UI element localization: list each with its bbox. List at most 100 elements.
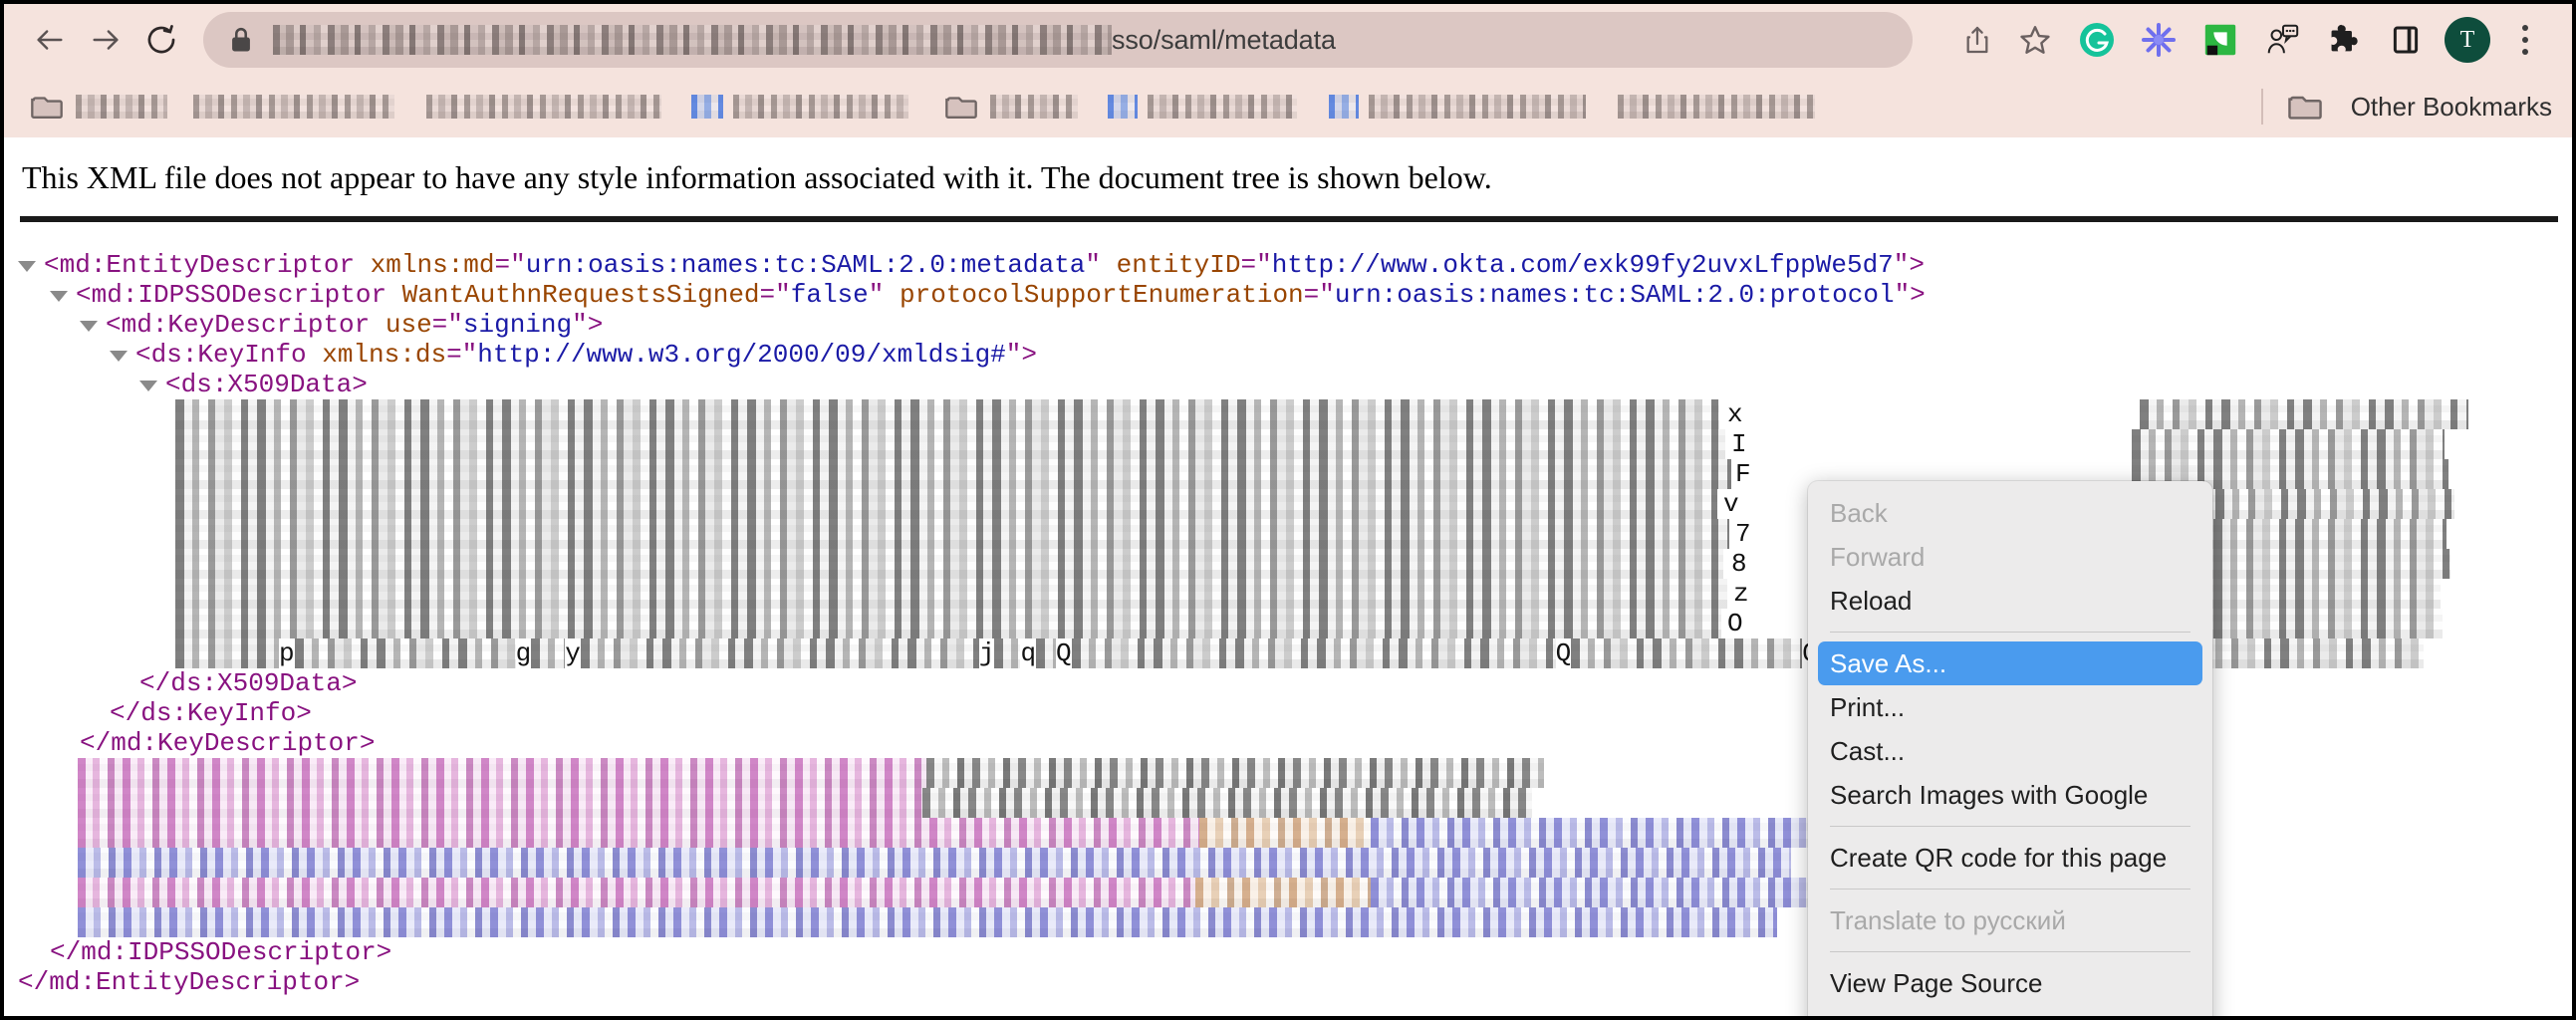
cert-redacted-pixels	[1071, 638, 1556, 668]
green-arrow-extension-icon[interactable]	[2191, 11, 2249, 69]
share-icon[interactable]	[1948, 11, 2006, 69]
puzzle-extensions-icon[interactable]	[2315, 11, 2373, 69]
redacted-value-pixels	[1371, 818, 1851, 848]
cert-redacted-pixels	[2197, 638, 2424, 668]
context-menu-item-search-images[interactable]: Search Images with Google	[1808, 773, 2212, 817]
bookmark-item[interactable]	[426, 95, 661, 119]
cert-redacted-pixels	[175, 429, 1725, 459]
browser-toolbar: sso/saml/metadata T	[4, 4, 2572, 76]
asterisk-extension-icon[interactable]	[2130, 11, 2188, 69]
context-menu-item-print[interactable]: Print...	[1808, 685, 2212, 729]
context-menu-separator	[1830, 632, 2190, 633]
cert-redacted-pixels	[175, 489, 1717, 519]
xml-line[interactable]: < md:IDPSSODescriptor WantAuthnRequestsSi…	[4, 280, 2572, 310]
browser-window: sso/saml/metadata T Other Bookmarks This…	[0, 0, 2576, 1020]
cert-redacted-line: z	[175, 579, 2572, 609]
xml-close-tag: </	[139, 668, 171, 698]
context-menu-item-reload[interactable]: Reload	[1808, 579, 2212, 623]
expand-triangle-icon[interactable]	[110, 350, 128, 362]
xml-equals: ="	[1240, 250, 1272, 280]
chrome-menu-button[interactable]	[2496, 11, 2554, 69]
bookmark-item[interactable]	[1329, 95, 1586, 119]
xml-attr-value: urn:oasis:names:tc:SAML:2.0:protocol	[1334, 280, 1895, 310]
context-menu-item-view-source[interactable]: View Page Source	[1808, 961, 2212, 1005]
cert-visible-glyph: Q	[1056, 638, 1072, 668]
xml-close-bracket: >	[344, 967, 361, 997]
bookmark-item[interactable]	[30, 93, 167, 121]
redacted-value-pixels	[78, 848, 1791, 878]
xml-attr-name	[370, 310, 386, 340]
redacted-value-pixels	[78, 907, 1777, 937]
xml-attr-name: protocolSupportEnumeration	[899, 280, 1304, 310]
forward-button[interactable]	[78, 12, 133, 68]
xml-line[interactable]: < ds:KeyInfo xmlns:ds =" http://www.w3.org/…	[4, 340, 2572, 370]
other-bookmarks-button[interactable]: Other Bookmarks	[2287, 92, 2552, 123]
xml-line[interactable]: < md:EntityDescriptor xmlns:md =" urn:oasis…	[4, 250, 2572, 280]
cert-redacted-pixels	[1036, 638, 1057, 668]
cert-redacted-pixels	[175, 638, 279, 668]
xml-attr-value: false	[790, 280, 869, 310]
redacted-tag-pixels	[78, 788, 922, 818]
lock-icon[interactable]	[229, 26, 253, 54]
cert-visible-glyph: Q	[1555, 638, 1572, 668]
xml-equals: ="	[494, 250, 526, 280]
cert-visible-glyph: F	[1735, 459, 1751, 489]
cert-redacted-line: p g y j q Q Q Q f	[175, 638, 2572, 668]
bookmark-star-icon[interactable]	[2006, 11, 2064, 69]
cert-redacted-pixels	[1571, 638, 1803, 668]
xml-attr-name: WantAuthnRequestsSigned	[401, 280, 760, 310]
cert-redacted-pixels	[175, 609, 1721, 638]
xml-line[interactable]: < ds:X509Data >	[4, 370, 2572, 399]
xml-close-bracket: ">	[1893, 250, 1926, 280]
context-menu-item-inspect[interactable]: Inspect	[1808, 1005, 2212, 1017]
reload-button[interactable]	[133, 12, 189, 68]
context-menu-separator	[1830, 826, 2190, 827]
bookmark-label-redacted	[990, 95, 1078, 119]
xml-attr-name	[386, 280, 402, 310]
xml-close-bracket: >	[341, 668, 358, 698]
xml-equals: ="	[446, 340, 478, 370]
cert-redacted-pixels	[994, 638, 1021, 668]
url-text-wrap[interactable]: sso/saml/metadata	[273, 25, 1887, 56]
side-panel-icon[interactable]	[2377, 11, 2435, 69]
redacted-value-pixels	[922, 788, 1532, 818]
xml-close-tag: </	[110, 698, 141, 728]
xml-line[interactable]: < md:KeyDescriptor use =" signing ">	[4, 310, 2572, 340]
bookmarks-divider	[2260, 89, 2263, 125]
grammarly-extension-icon[interactable]	[2068, 11, 2126, 69]
address-bar[interactable]: sso/saml/metadata	[203, 12, 1913, 68]
url-visible-tail: sso/saml/metadata	[1112, 24, 1336, 55]
cert-redacted-pixels	[580, 638, 979, 668]
bookmark-item[interactable]	[1618, 95, 1815, 119]
context-menu-separator	[1830, 889, 2190, 890]
cert-redacted-pixels	[531, 638, 566, 668]
context-menu-item-create-qr[interactable]: Create QR code for this page	[1808, 836, 2212, 880]
profile-avatar[interactable]: T	[2439, 11, 2496, 69]
expand-triangle-icon[interactable]	[139, 380, 157, 391]
cert-visible-glyph: 8	[1731, 549, 1747, 579]
xml-attr-name: use	[385, 310, 432, 340]
back-button[interactable]	[22, 12, 78, 68]
bookmark-label-redacted	[733, 95, 908, 119]
expand-triangle-icon[interactable]	[80, 320, 98, 332]
cert-visible-glyph: g	[515, 638, 532, 668]
redacted-tag-pixels	[78, 758, 926, 788]
context-menu-item-cast[interactable]: Cast...	[1808, 729, 2212, 773]
context-menu[interactable]: Back Forward Reload Save As... Print... …	[1808, 481, 2212, 1016]
xml-attr-name	[1101, 250, 1117, 280]
bookmark-item[interactable]	[1108, 95, 1297, 119]
bookmark-item[interactable]	[193, 95, 394, 119]
context-menu-item-translate: Translate to русский	[1830, 904, 2066, 935]
expand-triangle-icon[interactable]	[18, 260, 36, 272]
xml-tag-name: md:KeyDescriptor	[111, 728, 360, 758]
redacted-value-pixels	[1371, 878, 1855, 907]
xml-attr-name: xmlns:md	[370, 250, 495, 280]
xml-tag-name: md:IDPSSODescriptor	[81, 937, 377, 967]
cert-visible-glyph: j	[978, 638, 995, 668]
bookmark-item[interactable]	[691, 95, 908, 119]
user-feedback-extension-icon[interactable]	[2253, 11, 2311, 69]
bookmark-item[interactable]	[944, 93, 1078, 121]
cert-redacted-line: v	[175, 489, 2572, 519]
expand-triangle-icon[interactable]	[50, 290, 68, 302]
context-menu-item-save-as[interactable]: Save As...	[1818, 641, 2202, 685]
